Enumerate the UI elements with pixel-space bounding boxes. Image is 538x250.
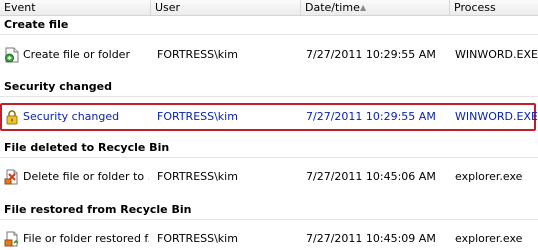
table-row[interactable]: Delete file or folder to ... FORTRESS\ki… xyxy=(0,168,538,186)
group-header-file-deleted[interactable]: File deleted to Recycle Bin xyxy=(4,141,169,154)
create-file-icon xyxy=(4,47,20,63)
table-row[interactable]: File or folder restored f... FORTRESS\ki… xyxy=(0,230,538,248)
column-header-bar: Event User Date/time ▲ Process xyxy=(0,0,538,16)
column-header-user-label: User xyxy=(155,1,181,14)
event-datetime: 7/27/2011 10:29:55 AM xyxy=(306,110,436,123)
group-divider xyxy=(0,219,538,220)
column-header-user[interactable]: User xyxy=(151,0,301,15)
process-name: explorer.exe xyxy=(455,170,523,183)
process-name: explorer.exe xyxy=(455,232,523,245)
group-divider xyxy=(0,34,538,35)
column-header-process-label: Process xyxy=(454,1,496,14)
group-divider xyxy=(0,96,538,97)
table-row[interactable]: Create file or folder FORTRESS\kim 7/27/… xyxy=(0,46,538,64)
group-header-security-changed[interactable]: Security changed xyxy=(4,80,112,93)
user-name: FORTRESS\kim xyxy=(157,110,238,123)
table-row-selected[interactable]: Security changed FORTRESS\kim 7/27/2011 … xyxy=(0,108,538,126)
lock-icon xyxy=(4,109,20,125)
user-name: FORTRESS\kim xyxy=(157,232,238,245)
column-header-event[interactable]: Event xyxy=(0,0,151,15)
column-header-datetime-label: Date/time xyxy=(305,1,360,14)
column-header-datetime[interactable]: Date/time ▲ xyxy=(301,0,450,15)
group-divider xyxy=(0,157,538,158)
user-name: FORTRESS\kim xyxy=(157,48,238,61)
event-name: Create file or folder xyxy=(23,48,130,61)
event-datetime: 7/27/2011 10:29:55 AM xyxy=(306,48,436,61)
process-name: WINWORD.EXE xyxy=(455,48,538,61)
event-name: File or folder restored f... xyxy=(23,232,149,245)
column-header-process[interactable]: Process xyxy=(450,0,538,15)
event-datetime: 7/27/2011 10:45:09 AM xyxy=(306,232,436,245)
sort-ascending-icon: ▲ xyxy=(360,3,367,12)
group-header-create-file[interactable]: Create file xyxy=(4,18,68,31)
event-name: Delete file or folder to ... xyxy=(23,170,149,183)
event-datetime: 7/27/2011 10:45:06 AM xyxy=(306,170,436,183)
column-header-event-label: Event xyxy=(4,1,36,14)
restore-file-icon xyxy=(4,231,20,247)
group-header-file-restored[interactable]: File restored from Recycle Bin xyxy=(4,203,191,216)
event-name: Security changed xyxy=(23,110,120,123)
delete-file-icon xyxy=(4,169,20,185)
process-name: WINWORD.EXE xyxy=(455,110,538,123)
user-name: FORTRESS\kim xyxy=(157,170,238,183)
